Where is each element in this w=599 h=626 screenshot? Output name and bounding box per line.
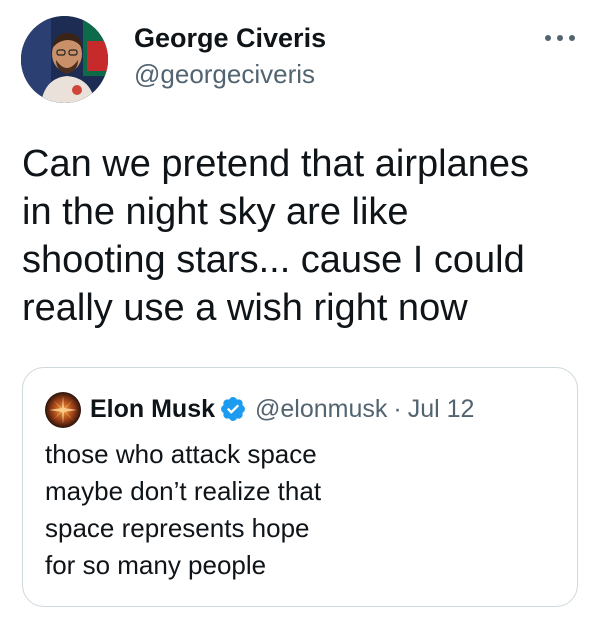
quoted-author-avatar[interactable] xyxy=(45,392,81,428)
verified-badge-icon xyxy=(219,395,247,423)
quoted-tweet-date[interactable]: Jul 12 xyxy=(408,395,475,424)
tweet: George Civeris @georgeciveris Can we pre… xyxy=(0,0,599,626)
author-avatar-image xyxy=(21,16,108,103)
quoted-author-name[interactable]: Elon Musk xyxy=(90,395,215,424)
more-options-icon[interactable] xyxy=(540,28,580,48)
author-handle[interactable]: @georgeciveris xyxy=(134,58,315,90)
quoted-tweet[interactable]: Elon Musk @elonmusk · Jul 12 those who a… xyxy=(22,367,578,607)
quoted-tweet-header: Elon Musk @elonmusk · Jul 12 xyxy=(90,391,474,427)
author-avatar[interactable] xyxy=(21,16,108,103)
quoted-tweet-text: those who attack space maybe don’t reali… xyxy=(45,439,322,580)
author-display-name[interactable]: George Civeris xyxy=(134,21,326,55)
quoted-author-handle[interactable]: @elonmusk xyxy=(255,395,387,424)
quoted-avatar-image xyxy=(45,392,81,428)
tweet-text: Can we pretend that airplanes in the nig… xyxy=(22,143,529,329)
header-separator: · xyxy=(393,394,402,423)
